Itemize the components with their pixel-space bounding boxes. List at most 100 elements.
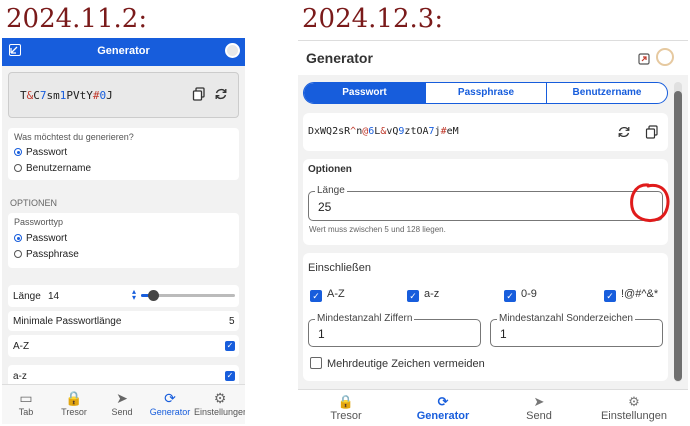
length-field[interactable]: Länge 25: [308, 185, 663, 221]
new-header-title: Generator: [306, 50, 373, 66]
radio-selected-icon: [14, 234, 22, 242]
length-stepper-icon[interactable]: ▴ ▾: [130, 288, 138, 302]
nav-label: Generator: [416, 410, 470, 422]
tab-benutzername[interactable]: Benutzername: [546, 83, 667, 103]
password-segment: eM: [446, 126, 459, 137]
include-az-upper[interactable]: ✓ A-Z: [310, 288, 345, 302]
regenerate-icon[interactable]: [617, 125, 631, 139]
nav-generator[interactable]: ⟳ Generator: [403, 394, 483, 422]
az-lower-label: a-z: [13, 371, 27, 382]
radio-passwort[interactable]: Passwort: [14, 147, 67, 158]
new-bottom-nav: 🔒 Tresor ⟳ Generator ➤ Send ⚙ Einstellungen: [298, 389, 688, 426]
min-length-label: Minimale Passwortlänge: [13, 316, 122, 327]
lock-icon: 🔒: [65, 390, 83, 406]
password-segment: 7: [39, 89, 47, 102]
gear-icon: ⚙: [213, 390, 227, 406]
length-label: Länge: [13, 291, 41, 302]
options-heading: Optionen: [308, 164, 352, 175]
nav-label: Send: [526, 410, 552, 422]
tab-passwort[interactable]: Passwort: [304, 83, 425, 103]
copy-icon[interactable]: [192, 87, 206, 101]
az-lower-checkbox[interactable]: ✓: [225, 371, 235, 381]
checkbox-icon: ✓: [504, 290, 516, 302]
checkbox-icon: ✓: [604, 290, 616, 302]
include-label: a-z: [424, 288, 440, 300]
old-password-type-card: Passworttyp Passwort Passphrase: [8, 213, 239, 268]
radio-label: Benutzername: [26, 163, 92, 174]
nav-einstellungen[interactable]: ⚙ Einstellungen: [194, 389, 245, 417]
length-field-value: 25: [318, 200, 332, 214]
old-length-row: Länge 14 ▴ ▾: [8, 285, 239, 307]
folder-icon: ▭: [19, 390, 33, 406]
nav-label: Generator: [149, 407, 191, 417]
new-version-heading: 2024.12.3:: [302, 4, 444, 34]
nav-tresor[interactable]: 🔒 Tresor: [306, 394, 386, 422]
nav-label: Send: [111, 407, 133, 417]
send-icon: ➤: [533, 394, 545, 409]
account-avatar[interactable]: [656, 48, 674, 66]
password-segment: vQ: [386, 126, 399, 137]
radio-passwort-type[interactable]: Passwort: [14, 233, 67, 244]
nav-label: Tab: [18, 407, 34, 417]
include-digits[interactable]: ✓ 0-9: [504, 288, 537, 302]
regenerate-icon[interactable]: [214, 87, 228, 101]
include-label: !@#^&*: [621, 288, 659, 300]
password-segment: PVtY: [66, 89, 93, 102]
min-length-value: 5: [229, 316, 235, 327]
old-az-upper-row[interactable]: A-Z ✓: [8, 335, 239, 357]
old-header-title: Generator: [97, 45, 150, 57]
new-header: Generator: [298, 41, 688, 75]
generator-icon: ⟳: [164, 390, 176, 406]
old-generate-type-card: Was möchtest du generieren? Passwort Ben…: [8, 128, 239, 180]
tab-passphrase[interactable]: Passphrase: [425, 83, 546, 103]
scrollbar-thumb[interactable]: [674, 91, 682, 381]
radio-label: Passwort: [26, 233, 68, 244]
nav-label: Tresor: [61, 407, 87, 417]
radio-icon: [14, 250, 22, 258]
min-special-field[interactable]: Mindestanzahl Sonderzeichen 1: [490, 313, 663, 347]
include-special[interactable]: ✓ !@#^&*: [604, 288, 658, 302]
nav-generator[interactable]: ⟳ Generator: [146, 389, 194, 417]
checkbox-icon: ✓: [310, 290, 322, 302]
avoid-ambiguous-option[interactable]: Mehrdeutige Zeichen vermeiden: [310, 357, 485, 370]
checkbox-icon: ✓: [407, 290, 419, 302]
length-slider-thumb[interactable]: [147, 290, 159, 301]
password-segment: C: [33, 89, 40, 102]
include-az-lower[interactable]: ✓ a-z: [407, 288, 439, 302]
generator-type-tabs: Passwort Passphrase Benutzername: [303, 82, 668, 104]
old-min-length-row: Minimale Passwortlänge 5: [8, 311, 239, 331]
min-digits-field[interactable]: Mindestanzahl Ziffern 1: [308, 313, 481, 347]
min-special-value: 1: [500, 327, 507, 341]
password-segment: sm: [46, 89, 60, 102]
nav-einstellungen[interactable]: ⚙ Einstellungen: [594, 394, 674, 422]
length-slider[interactable]: [141, 290, 235, 301]
old-bottom-nav: ▭ Tab 🔒 Tresor ➤ Send ⟳ Generator ⚙ Einstellu…: [2, 384, 245, 424]
min-special-label: Mindestanzahl Sonderzeichen: [497, 313, 635, 324]
min-digits-value: 1: [318, 327, 325, 341]
nav-tab[interactable]: ▭ Tab: [2, 389, 50, 417]
old-password-box: T&C7sm1PVtY#0J: [8, 72, 239, 118]
nav-tresor[interactable]: 🔒 Tresor: [50, 389, 98, 417]
nav-send[interactable]: ➤ Send: [98, 389, 146, 417]
radio-label: Passwort: [26, 147, 68, 158]
account-avatar[interactable]: [225, 43, 240, 58]
password-segment: ztOA: [404, 126, 429, 137]
generator-icon: ⟳: [437, 394, 449, 409]
length-value: 14: [48, 291, 60, 302]
checkbox-empty-icon: [310, 357, 322, 369]
nav-send[interactable]: ➤ Send: [499, 394, 579, 422]
az-upper-checkbox[interactable]: ✓: [225, 341, 235, 351]
new-include-card: Einschließen ✓ A-Z ✓ a-z ✓ 0-9 ✓ !@#^&* Mind…: [303, 253, 668, 381]
annotation-circle: [630, 183, 670, 222]
radio-passphrase-type[interactable]: Passphrase: [14, 249, 79, 260]
password-segment: #: [92, 89, 100, 102]
radio-benutzername[interactable]: Benutzername: [14, 163, 91, 174]
lock-icon: 🔒: [337, 394, 355, 409]
old-version-heading: 2024.11.2:: [6, 4, 148, 34]
copy-icon[interactable]: [645, 125, 659, 139]
popout-icon[interactable]: [638, 52, 650, 65]
length-field-label: Länge: [315, 185, 347, 196]
new-options-card: Optionen Länge 25 Wert muss zwischen 5 u…: [303, 159, 668, 245]
generate-question: Was möchtest du generieren?: [14, 132, 134, 142]
password-segment: DxWQ2sR: [308, 126, 351, 137]
